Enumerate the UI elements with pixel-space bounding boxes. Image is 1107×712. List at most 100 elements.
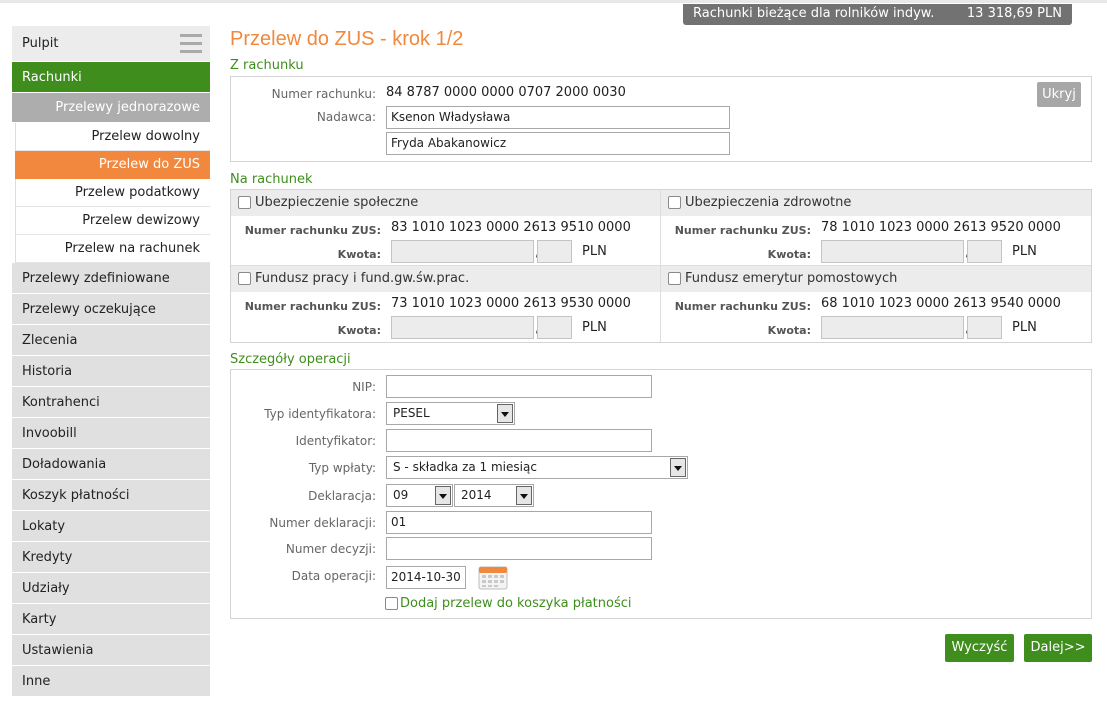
sidebar-item-invoobill[interactable]: Invoobill [12, 418, 210, 449]
paytype-label: Typ wpłaty: [308, 461, 376, 475]
nip-label: NIP: [352, 380, 376, 394]
zus-account-value: 78 1010 1023 0000 2613 9520 0000 [821, 220, 1061, 235]
zus-cell-title: Fundusz emerytur pomostowych [661, 266, 1091, 292]
declaration-year-select[interactable]: 2014 [454, 484, 534, 507]
amount-cents-field[interactable] [967, 240, 1002, 263]
sidebar-subitem-przelew-wlasny[interactable]: Przelew na rachunek własny [15, 235, 210, 284]
chevron-down-icon[interactable] [670, 458, 686, 477]
sidebar-subitem-przelew-podatkowy[interactable]: Przelew podatkowy [15, 179, 210, 207]
declaration-month-selected: 09 [393, 488, 409, 502]
next-button[interactable]: Dalej>> [1024, 634, 1092, 662]
zus-cell-title: Ubezpieczenie społeczne [231, 190, 660, 216]
zus-account-label: Numer rachunku ZUS: [244, 300, 381, 313]
amount-whole-field[interactable] [391, 240, 534, 263]
amount-cents-field[interactable] [537, 316, 572, 339]
account-selector[interactable]: Rachunki bieżące dla rolników indyw. 13 … [683, 4, 1072, 25]
sidebar-item-lokaty[interactable]: Lokaty [12, 511, 210, 542]
sidebar-subitem-przelew-zus[interactable]: Przelew do ZUS [15, 151, 210, 179]
amount-whole-field[interactable] [821, 316, 964, 339]
section-details-title: Szczegóły operacji [230, 352, 351, 367]
idtype-label: Typ identyfikatora: [264, 407, 376, 421]
amount-cents-field[interactable] [967, 316, 1002, 339]
amount-label: Kwota: [767, 248, 811, 261]
sidebar-item-doladowania[interactable]: Doładowania [12, 449, 210, 480]
sender-label: Nadawca: [316, 110, 376, 124]
zus-account-value: 68 1010 1023 0000 2613 9540 0000 [821, 296, 1061, 311]
paytype-select[interactable]: S - składka za 1 miesiąc [386, 456, 688, 479]
identifier-field[interactable] [386, 429, 652, 452]
menu-icon[interactable] [180, 34, 202, 54]
zus-cell-zdrowotne: Ubezpieczenia zdrowotne Numer rachunku Z… [661, 190, 1091, 265]
account-name: Rachunki bieżące dla rolników indyw. [693, 6, 935, 21]
sidebar-item-kredyty[interactable]: Kredyty [12, 542, 210, 573]
sender-line2-field[interactable]: Fryda Abakanowicz [386, 132, 730, 155]
identifier-label: Identyfikator: [295, 434, 376, 448]
sidebar-item-rachunki[interactable]: Rachunki [12, 62, 210, 93]
currency-label: PLN [582, 244, 607, 259]
chevron-down-icon[interactable] [497, 404, 513, 423]
amount-whole-field[interactable] [391, 316, 534, 339]
zus-account-value: 73 1010 1023 0000 2613 9530 0000 [391, 296, 631, 311]
zus-cell-emerytury-pomostowe: Fundusz emerytur pomostowych Numer rachu… [661, 266, 1091, 342]
declaration-number-field[interactable]: 01 [386, 511, 652, 534]
add-to-basket-checkbox[interactable] [385, 597, 398, 610]
calendar-icon[interactable] [478, 564, 508, 590]
zus-account-label: Numer rachunku ZUS: [674, 300, 811, 313]
sidebar-item-pulpit[interactable]: Pulpit [12, 26, 210, 62]
sidebar: Pulpit Rachunki Przelewy jednorazowe Prz… [12, 26, 210, 697]
account-balance: 13 318,69 PLN [966, 6, 1062, 21]
top-line [0, 0, 1107, 3]
amount-label: Kwota: [767, 324, 811, 337]
zus-account-label: Numer rachunku ZUS: [674, 224, 811, 237]
sidebar-item-inne[interactable]: Inne [12, 666, 210, 697]
idtype-select[interactable]: PESEL [386, 402, 515, 425]
sidebar-item-przelewy-zdefiniowane[interactable]: Przelewy zdefiniowane [12, 263, 210, 294]
sidebar-item-przelewy-jednorazowe[interactable]: Przelewy jednorazowe [12, 93, 210, 123]
chevron-down-icon[interactable] [516, 486, 532, 505]
sidebar-item-label: Pulpit [22, 36, 59, 51]
checkbox-spoleczne[interactable] [238, 196, 251, 209]
declaration-month-select[interactable]: 09 [386, 484, 453, 507]
declaration-year-selected: 2014 [461, 488, 492, 502]
sidebar-item-koszyk[interactable]: Koszyk płatności [12, 480, 210, 511]
zus-cell-title: Ubezpieczenia zdrowotne [661, 190, 1091, 216]
amount-label: Kwota: [337, 324, 381, 337]
amount-whole-field[interactable] [821, 240, 964, 263]
currency-label: PLN [1012, 320, 1037, 335]
sidebar-item-kontrahenci[interactable]: Kontrahenci [12, 387, 210, 418]
chevron-down-icon[interactable] [435, 486, 451, 505]
idtype-selected: PESEL [393, 406, 430, 420]
zus-cell-spoleczne: Ubezpieczenie społeczne Numer rachunku Z… [231, 190, 660, 265]
zus-account-value: 83 1010 1023 0000 2613 9510 0000 [391, 220, 631, 235]
operation-date-field[interactable]: 2014-10-30 [386, 566, 466, 589]
declaration-label: Deklaracja: [308, 489, 376, 503]
account-number-value: 84 8787 0000 0000 0707 2000 0030 [386, 85, 626, 100]
sidebar-item-historia[interactable]: Historia [12, 356, 210, 387]
amount-cents-field[interactable] [537, 240, 572, 263]
clear-button[interactable]: Wyczyść [945, 634, 1014, 662]
sidebar-subitem-przelew-dowolny[interactable]: Przelew dowolny [15, 123, 210, 151]
sidebar-item-karty[interactable]: Karty [12, 604, 210, 635]
currency-label: PLN [582, 320, 607, 335]
sidebar-subitem-przelew-dewizowy[interactable]: Przelew dewizowy [15, 207, 210, 235]
sender-line1-field[interactable]: Ksenon Władysława [386, 106, 730, 129]
operation-date-label: Data operacji: [291, 569, 376, 583]
currency-label: PLN [1012, 244, 1037, 259]
decision-number-field[interactable] [386, 537, 652, 560]
zus-cell-fundusz-pracy: Fundusz pracy i fund.gw.św.prac. Numer r… [231, 266, 660, 342]
sidebar-item-zlecenia[interactable]: Zlecenia [12, 325, 210, 356]
hide-button[interactable]: Ukryj [1037, 82, 1081, 107]
sidebar-item-udzialy[interactable]: Udziały [12, 573, 210, 604]
paytype-selected: S - składka za 1 miesiąc [393, 460, 537, 474]
account-number-label: Numer rachunku: [271, 87, 376, 101]
section-to-title: Na rachunek [230, 172, 313, 187]
add-to-basket-label[interactable]: Dodaj przelew do koszyka płatności [400, 596, 632, 611]
nip-field[interactable] [386, 375, 652, 398]
checkbox-emerytury-pomostowe[interactable] [668, 272, 681, 285]
page-title: Przelew do ZUS - krok 1/2 [230, 28, 464, 50]
checkbox-zdrowotne[interactable] [668, 196, 681, 209]
sidebar-item-przelewy-oczekujace[interactable]: Przelewy oczekujące [12, 294, 210, 325]
sidebar-item-ustawienia[interactable]: Ustawienia [12, 635, 210, 666]
zus-account-label: Numer rachunku ZUS: [244, 224, 381, 237]
checkbox-fundusz-pracy[interactable] [238, 272, 251, 285]
